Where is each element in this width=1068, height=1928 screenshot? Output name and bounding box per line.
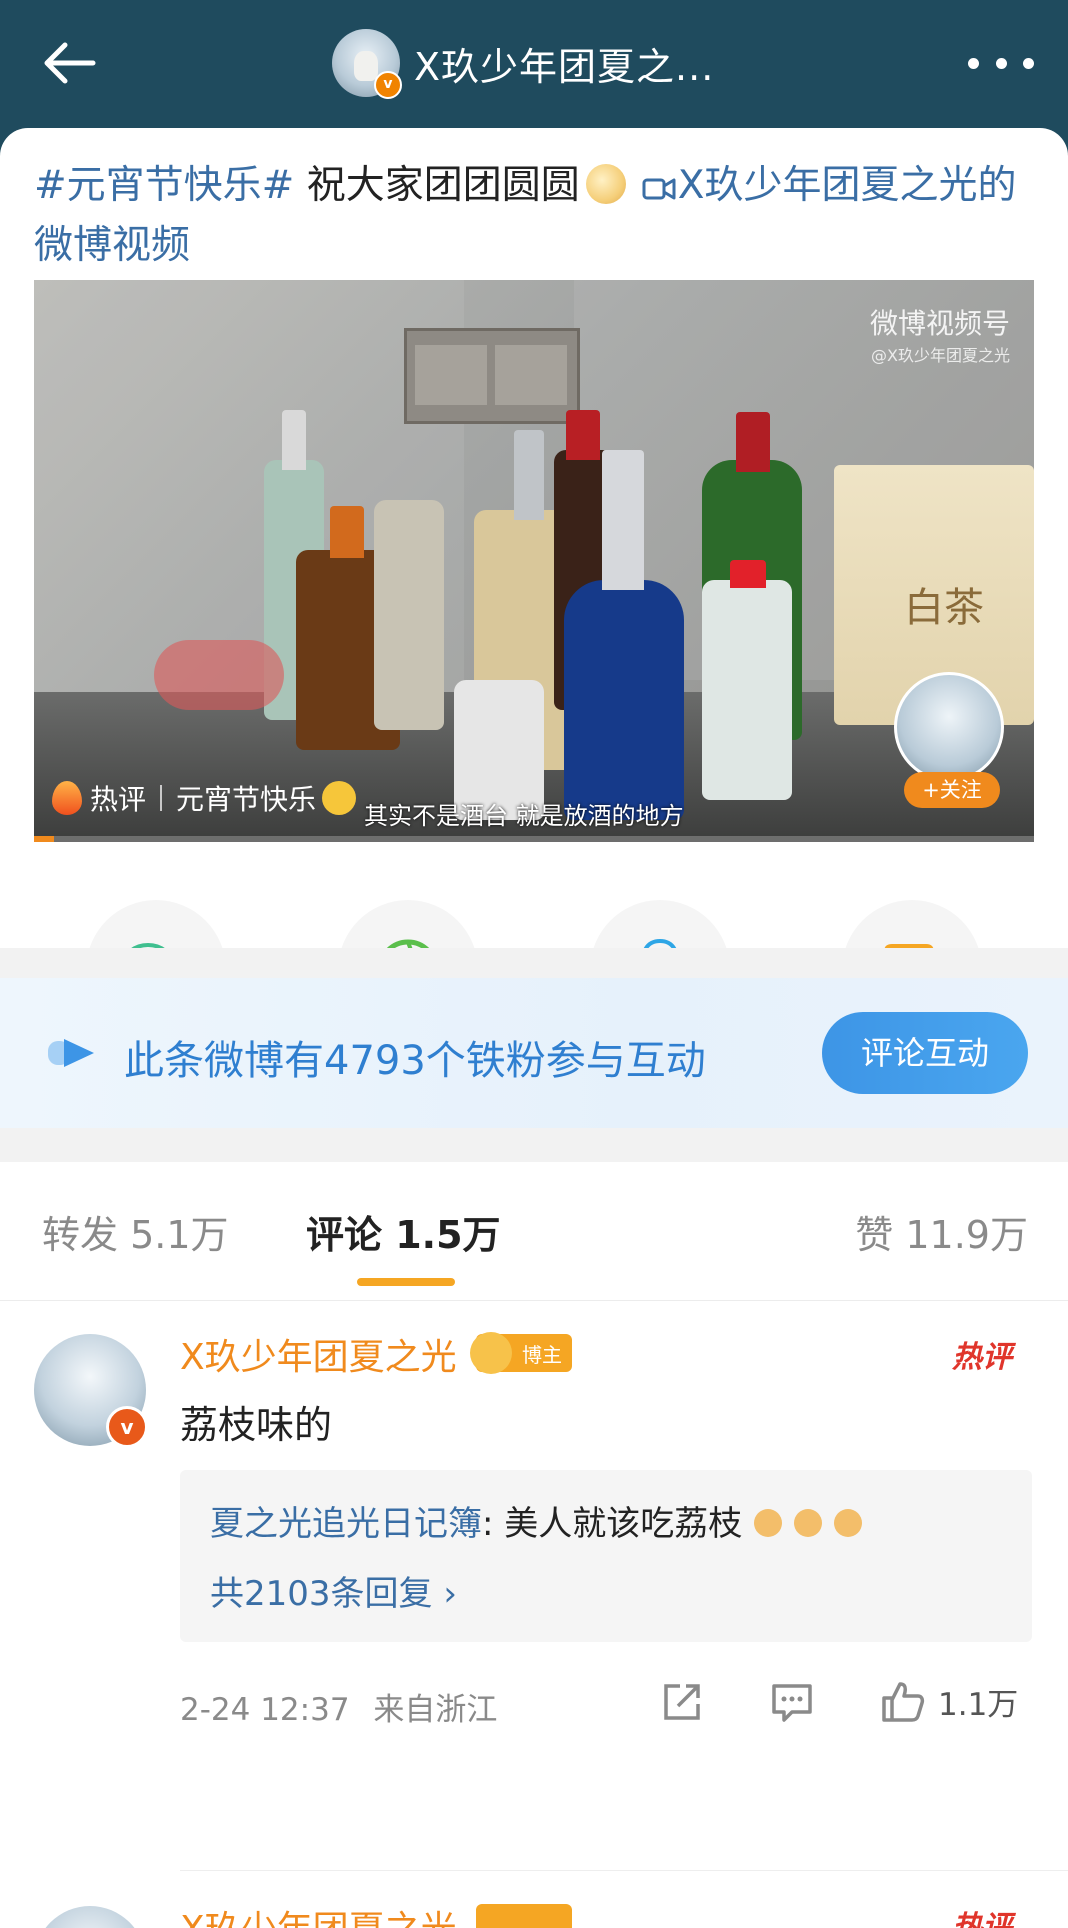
back-button[interactable] — [34, 28, 104, 98]
reply-line: 夏之光追光日记簿: 美人就该吃荔枝 — [210, 1496, 863, 1545]
comment-like-button[interactable]: 1.1万 — [880, 1678, 1018, 1724]
bottle — [564, 580, 684, 820]
follow-button[interactable]: +关注 — [904, 772, 1000, 808]
next-hot-comment-tag: 热评 — [952, 1910, 1012, 1928]
dot-icon — [968, 57, 979, 69]
laughing-emoji-icon — [322, 781, 357, 815]
comment-like-count: 1.1万 — [938, 1686, 1019, 1723]
comment-interact-button[interactable]: 评论互动 — [822, 1012, 1028, 1094]
share-arrow-icon — [664, 1684, 700, 1720]
header-avatar[interactable]: v — [332, 29, 402, 99]
hot-label: 热评 — [90, 783, 147, 816]
bottle-neck — [330, 506, 364, 558]
comment-share-button[interactable] — [660, 1680, 704, 1724]
header-title[interactable]: X玖少年团夏之... — [414, 36, 714, 91]
dot-icon — [1023, 57, 1034, 69]
comment-author[interactable]: X玖少年团夏之光 — [180, 1328, 457, 1380]
reply-preview[interactable]: 夏之光追光日记簿: 美人就该吃荔枝 共2103条回复 › — [180, 1470, 1032, 1642]
full-moon-emoji-icon — [585, 164, 626, 204]
progress-fill — [34, 836, 54, 842]
fist-emoji-icon — [794, 1509, 823, 1537]
fist-emoji-icon — [834, 1509, 863, 1537]
hot-comment-text: 元宵节快乐 — [176, 783, 317, 816]
tab-repost[interactable]: 转发 5.1万 — [42, 1204, 229, 1259]
plastic-lid — [154, 640, 284, 710]
wall-socket — [404, 328, 580, 424]
watermark-line2: @X玖少年团夏之光 — [871, 346, 1010, 365]
next-blogger-badge — [476, 1904, 572, 1928]
video-player[interactable]: 白茶 微博视频号 @X玖少年团夏之光 +关注 热评 元宵节快乐 其实不是酒台 就… — [34, 280, 1034, 842]
comment-bubble-icon — [772, 1684, 812, 1722]
iron-fans-text: 此条微博有4793个铁粉参与互动 — [124, 1038, 706, 1084]
watermark-line1: 微博视频号 — [869, 307, 1010, 340]
water-bottle — [702, 580, 792, 800]
next-comment-avatar[interactable] — [34, 1906, 146, 1928]
comment-location: 来自浙江 — [373, 1692, 498, 1728]
video-progress-bar[interactable] — [34, 836, 1034, 842]
reply-author[interactable]: 夏之光追光日记簿 — [210, 1504, 482, 1544]
section-gap — [0, 948, 1068, 978]
badge-face-icon — [470, 1332, 512, 1374]
thumbs-up-icon — [882, 1682, 925, 1722]
bottle-neck — [736, 412, 770, 472]
divider — [180, 1870, 1068, 1871]
comment-time: 2-24 12:37 — [180, 1692, 350, 1728]
bottle — [374, 500, 444, 730]
comment-meta: 2-24 12:37 来自浙江 — [180, 1684, 497, 1729]
top-bar: v X玖少年团夏之... — [0, 0, 1068, 130]
tab-likes[interactable]: 赞 11.9万 — [855, 1204, 1028, 1259]
reply-count-link[interactable]: 共2103条回复 › — [210, 1566, 457, 1615]
iron-fans-banner: 此条微博有4793个铁粉参与互动 评论互动 — [0, 978, 1068, 1128]
reply-text: : 美人就该吃荔枝 — [482, 1504, 743, 1544]
hot-comment-tag: 热评 — [952, 1340, 1012, 1375]
header-account[interactable]: v X玖少年团夏之... — [332, 28, 714, 99]
more-options-button[interactable] — [968, 46, 1034, 80]
tab-comments[interactable]: 评论 1.5万 — [306, 1204, 501, 1259]
dot-icon — [995, 57, 1007, 69]
back-arrow-icon — [44, 42, 96, 84]
post-text: #元宵节快乐# 祝大家团团圆圆 X玖少年团夏之光的微博视频 — [34, 158, 1034, 274]
engagement-tabs: 转发 5.1万 评论 1.5万 赞 11.9万 — [0, 1162, 1068, 1301]
video-subtitle: 其实不是酒台 就是放酒的地方 — [364, 802, 684, 830]
post-body: 祝大家团团圆圆 — [294, 163, 580, 208]
hot-comment-strip[interactable]: 热评 元宵节快乐 — [52, 778, 357, 818]
section-gap — [0, 1128, 1068, 1162]
post-card: #元宵节快乐# 祝大家团团圆圆 X玖少年团夏之光的微博视频 白茶 微博视频号 @… — [0, 128, 1068, 1928]
horse-image — [354, 51, 378, 81]
interaction-icon — [48, 1039, 94, 1067]
next-comment-author[interactable]: X玖少年团夏之光 — [180, 1900, 457, 1928]
divider — [160, 785, 163, 811]
blogger-badge: 博主 — [470, 1332, 572, 1374]
comment-avatar[interactable]: v — [34, 1334, 148, 1448]
verified-badge: v — [374, 71, 402, 99]
verified-badge: v — [106, 1406, 148, 1448]
tea-box-text: 白茶 — [904, 585, 984, 631]
active-tab-indicator — [357, 1278, 455, 1286]
watermark: 微博视频号 @X玖少年团夏之光 — [870, 302, 1010, 366]
video-author-avatar[interactable] — [894, 672, 1004, 782]
bottle-cap — [730, 560, 766, 588]
bottle-neck — [514, 430, 544, 520]
topic-link[interactable]: #元宵节快乐# — [34, 163, 294, 208]
bottle-neck — [566, 410, 600, 460]
badge-label: 博主 — [522, 1342, 562, 1367]
video-camera-icon — [642, 162, 676, 218]
flame-icon — [52, 781, 82, 815]
bottle-neck — [602, 450, 644, 590]
fist-emoji-icon — [754, 1509, 783, 1537]
comment-text: 荔枝味的 — [180, 1403, 333, 1447]
bottle-neck — [282, 410, 306, 470]
comment-reply-button[interactable] — [770, 1680, 814, 1724]
